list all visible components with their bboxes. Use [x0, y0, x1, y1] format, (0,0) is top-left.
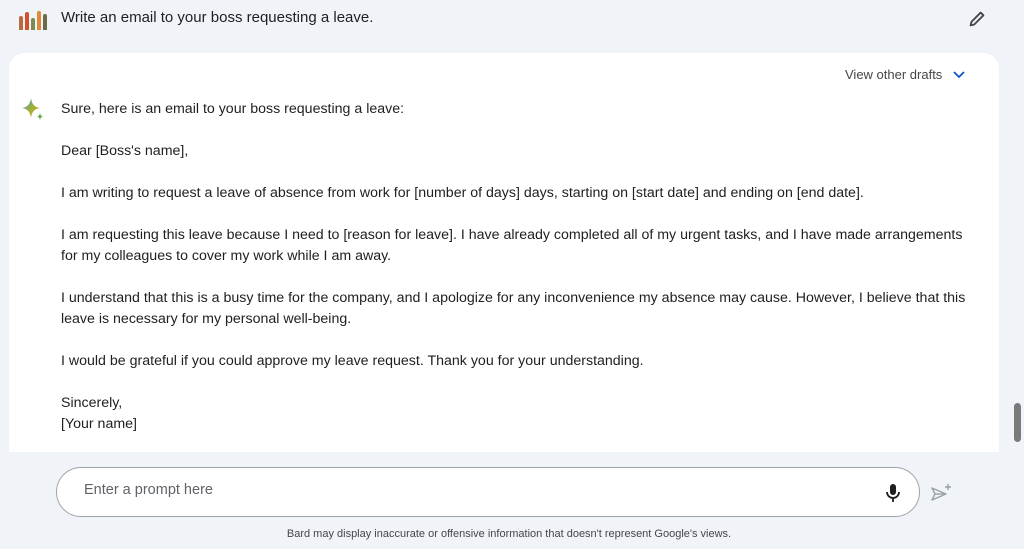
prompt-input-container [56, 467, 920, 517]
user-prompt-row: Write an email to your boss requesting a… [0, 0, 1024, 40]
view-other-drafts-label: View other drafts [845, 67, 943, 82]
user-avatar[interactable] [19, 8, 47, 30]
email-paragraph: I would be grateful if you could approve… [61, 353, 644, 369]
view-other-drafts-button[interactable]: View other drafts [845, 67, 966, 82]
microphone-icon[interactable] [883, 482, 903, 504]
chevron-down-icon [953, 70, 965, 78]
email-closing: Sincerely, [61, 395, 123, 411]
response-body: Sure, here is an email to your boss requ… [61, 99, 971, 435]
user-prompt-text: Write an email to your boss requesting a… [61, 9, 374, 26]
response-intro: Sure, here is an email to your boss requ… [61, 101, 405, 117]
scrollbar-thumb[interactable] [1014, 403, 1021, 442]
email-signature: [Your name] [61, 416, 137, 432]
response-card: View other drafts Sure, here is an email… [9, 53, 999, 452]
email-greeting: Dear [Boss's name], [61, 143, 189, 159]
disclaimer-text: Bard may display inaccurate or offensive… [286, 528, 732, 540]
prompt-input[interactable] [84, 482, 844, 498]
email-paragraph: I am requesting this leave because I nee… [61, 227, 963, 264]
edit-pencil-icon[interactable] [966, 8, 988, 30]
bard-sparkle-icon [22, 98, 43, 120]
email-paragraph: I am writing to request a leave of absen… [61, 185, 864, 201]
send-icon[interactable] [930, 483, 952, 503]
email-paragraph: I understand that this is a busy time fo… [61, 290, 966, 327]
